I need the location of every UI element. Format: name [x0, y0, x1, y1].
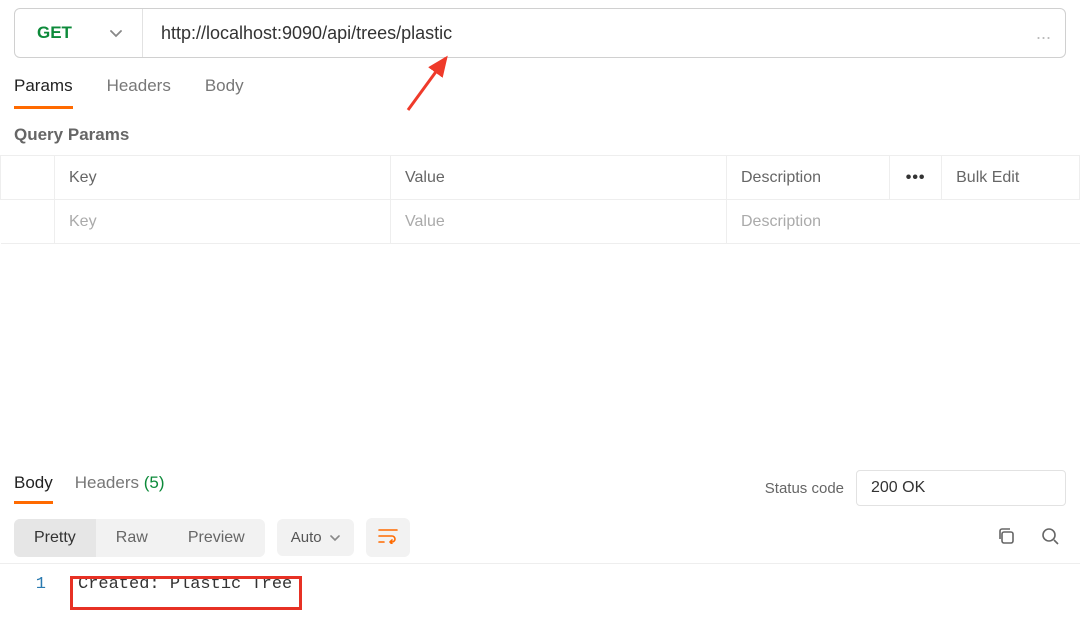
table-header-key: Key: [55, 156, 391, 200]
status-code-label: Status code: [765, 480, 856, 497]
bulk-edit-button[interactable]: Bulk Edit: [942, 156, 1080, 200]
response-headers-count: (5): [144, 473, 165, 492]
format-mode-label: Auto: [291, 529, 322, 546]
preview-button[interactable]: Preview: [168, 519, 265, 557]
key-input[interactable]: [69, 213, 376, 231]
table-header-more[interactable]: •••: [890, 156, 942, 200]
raw-button[interactable]: Raw: [96, 519, 168, 557]
table-header-row: Key Value Description ••• Bulk Edit: [1, 156, 1080, 200]
table-header-blank: [1, 156, 55, 200]
tab-body[interactable]: Body: [205, 76, 244, 109]
table-header-value: Value: [391, 156, 727, 200]
pretty-button[interactable]: Pretty: [14, 519, 96, 557]
request-tabs: Params Headers Body: [0, 58, 1080, 109]
view-mode-group: Pretty Raw Preview: [14, 519, 265, 557]
response-toolbar: Pretty Raw Preview Auto: [0, 506, 1080, 557]
description-input[interactable]: [741, 213, 1066, 231]
key-cell: [55, 200, 391, 244]
response-header-row: Body Headers (5) Status code 200 OK: [0, 470, 1080, 506]
wrap-icon: [378, 528, 398, 544]
more-icon: •••: [904, 169, 927, 187]
description-cell: [727, 200, 1080, 244]
row-drag-cell: [1, 200, 55, 244]
format-auto-dropdown[interactable]: Auto: [277, 519, 354, 556]
response-tabs: Body Headers (5): [14, 473, 765, 504]
url-input[interactable]: [143, 23, 1036, 44]
value-cell: [391, 200, 727, 244]
http-method-label: GET: [37, 23, 72, 43]
query-params-table: Key Value Description ••• Bulk Edit: [0, 155, 1080, 244]
response-tab-headers-label: Headers: [75, 473, 139, 492]
response-panel: Body Headers (5) Status code 200 OK Pret…: [0, 470, 1080, 605]
search-button[interactable]: [1034, 520, 1066, 555]
http-method-selector[interactable]: GET: [15, 9, 143, 57]
table-header-description: Description: [727, 156, 890, 200]
response-tab-body[interactable]: Body: [14, 473, 53, 504]
status-code-value[interactable]: 200 OK: [856, 470, 1066, 506]
copy-icon: [996, 526, 1016, 546]
wrap-lines-button[interactable]: [366, 518, 410, 557]
line-number: 1: [0, 575, 64, 594]
chevron-down-icon: [330, 529, 340, 546]
table-row: [1, 200, 1080, 244]
chevron-down-icon: [110, 25, 122, 41]
copy-button[interactable]: [990, 520, 1022, 555]
query-params-heading: Query Params: [0, 109, 1080, 155]
value-input[interactable]: [405, 213, 712, 231]
url-truncation-indicator: ...: [1036, 23, 1065, 44]
response-body-line: Created: Plastic Tree: [64, 575, 292, 594]
response-tab-headers[interactable]: Headers (5): [75, 473, 165, 504]
request-url-bar: GET ...: [14, 8, 1066, 58]
search-icon: [1040, 526, 1060, 546]
tab-headers[interactable]: Headers: [107, 76, 171, 109]
response-body-viewer[interactable]: 1 Created: Plastic Tree: [0, 563, 1080, 605]
tab-params[interactable]: Params: [14, 76, 73, 109]
